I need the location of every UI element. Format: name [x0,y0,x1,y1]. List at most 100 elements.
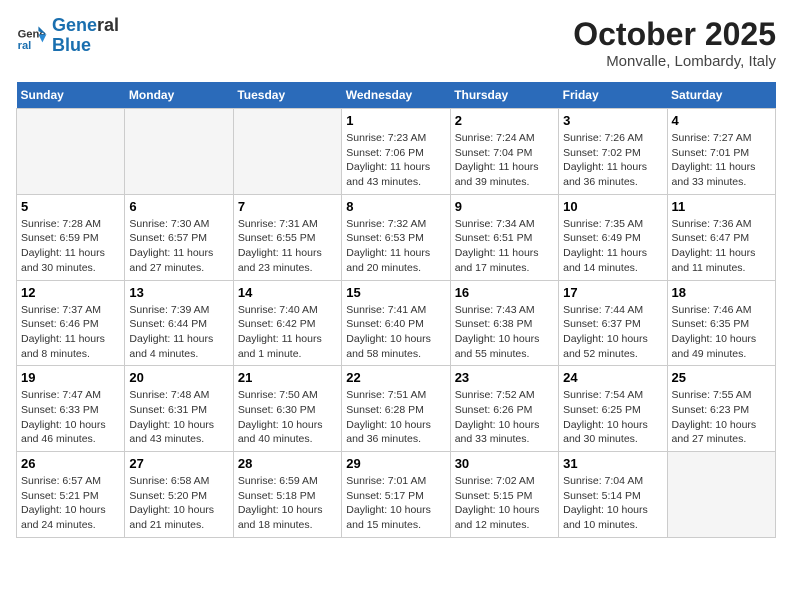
calendar-table: SundayMondayTuesdayWednesdayThursdayFrid… [16,82,776,538]
day-number: 19 [21,370,120,385]
calendar-cell [233,109,341,195]
weekday-header-monday: Monday [125,82,233,109]
weekday-header-friday: Friday [559,82,667,109]
calendar-cell: 29 Sunrise: 7:01 AM Sunset: 5:17 PM Dayli… [342,452,450,538]
month-title: October 2025 [573,16,776,53]
day-info: Sunrise: 7:52 AM Sunset: 6:26 PM Dayligh… [455,388,554,447]
day-number: 4 [672,113,771,128]
day-number: 12 [21,285,120,300]
calendar-cell: 13Sunrise: 7:39 AM Sunset: 6:44 PM Dayli… [125,280,233,366]
calendar-cell: 16 Sunrise: 7:43 AM Sunset: 6:38 PM Dayli… [450,280,558,366]
calendar-cell: 12 Sunrise: 7:37 AM Sunset: 6:46 PM Dayli… [17,280,125,366]
day-info: Sunrise: 7:41 AM Sunset: 6:40 PM Dayligh… [346,303,445,362]
calendar-cell [667,452,775,538]
calendar-cell: 2Sunrise: 7:24 AM Sunset: 7:04 PM Daylig… [450,109,558,195]
calendar-cell: 17 Sunrise: 7:44 AM Sunset: 6:37 PM Dayli… [559,280,667,366]
day-number: 6 [129,199,228,214]
calendar-cell [17,109,125,195]
day-info: Sunrise: 7:01 AM Sunset: 5:17 PM Dayligh… [346,474,445,533]
day-number: 31 [563,456,662,471]
weekday-header-sunday: Sunday [17,82,125,109]
logo: Gene ral General Blue [16,16,119,56]
calendar-cell: 28 Sunrise: 6:59 AM Sunset: 5:18 PM Dayli… [233,452,341,538]
day-info: Sunrise: 7:36 AM Sunset: 6:47 PM Dayligh… [672,217,771,276]
calendar-cell: 18 Sunrise: 7:46 AM Sunset: 6:35 PM Dayli… [667,280,775,366]
day-info: Sunrise: 7:30 AM Sunset: 6:57 PM Dayligh… [129,217,228,276]
calendar-week-1: 1 Sunrise: 7:23 AM Sunset: 7:06 PM Daylig… [17,109,776,195]
day-number: 7 [238,199,337,214]
day-number: 15 [346,285,445,300]
day-number: 24 [563,370,662,385]
day-info: Sunrise: 7:27 AM Sunset: 7:01 PM Dayligh… [672,131,771,190]
day-number: 8 [346,199,445,214]
day-number: 14 [238,285,337,300]
day-info: Sunrise: 7:55 AM Sunset: 6:23 PM Dayligh… [672,388,771,447]
day-number: 29 [346,456,445,471]
calendar-cell: 7Sunrise: 7:31 AM Sunset: 6:55 PM Daylig… [233,194,341,280]
day-number: 1 [346,113,445,128]
day-number: 18 [672,285,771,300]
calendar-week-3: 12 Sunrise: 7:37 AM Sunset: 6:46 PM Dayli… [17,280,776,366]
calendar-cell: 15 Sunrise: 7:41 AM Sunset: 6:40 PM Dayli… [342,280,450,366]
calendar-cell: 14 Sunrise: 7:40 AM Sunset: 6:42 PM Dayli… [233,280,341,366]
day-number: 27 [129,456,228,471]
day-info: Sunrise: 7:48 AM Sunset: 6:31 PM Dayligh… [129,388,228,447]
day-number: 22 [346,370,445,385]
calendar-cell: 23Sunrise: 7:52 AM Sunset: 6:26 PM Dayli… [450,366,558,452]
day-number: 17 [563,285,662,300]
day-number: 10 [563,199,662,214]
day-info: Sunrise: 7:23 AM Sunset: 7:06 PM Dayligh… [346,131,445,190]
day-info: Sunrise: 7:37 AM Sunset: 6:46 PM Dayligh… [21,303,120,362]
weekday-header-tuesday: Tuesday [233,82,341,109]
day-number: 26 [21,456,120,471]
day-info: Sunrise: 7:02 AM Sunset: 5:15 PM Dayligh… [455,474,554,533]
day-info: Sunrise: 7:46 AM Sunset: 6:35 PM Dayligh… [672,303,771,362]
logo-icon: Gene ral [16,20,48,52]
day-info: Sunrise: 7:26 AM Sunset: 7:02 PM Dayligh… [563,131,662,190]
day-info: Sunrise: 7:44 AM Sunset: 6:37 PM Dayligh… [563,303,662,362]
calendar-cell: 27 Sunrise: 6:58 AM Sunset: 5:20 PM Dayli… [125,452,233,538]
calendar-cell: 6 Sunrise: 7:30 AM Sunset: 6:57 PM Daylig… [125,194,233,280]
calendar-cell: 26 Sunrise: 6:57 AM Sunset: 5:21 PM Dayli… [17,452,125,538]
calendar-cell: 8 Sunrise: 7:32 AM Sunset: 6:53 PM Daylig… [342,194,450,280]
day-number: 20 [129,370,228,385]
day-info: Sunrise: 6:59 AM Sunset: 5:18 PM Dayligh… [238,474,337,533]
calendar-week-5: 26 Sunrise: 6:57 AM Sunset: 5:21 PM Dayli… [17,452,776,538]
day-info: Sunrise: 7:50 AM Sunset: 6:30 PM Dayligh… [238,388,337,447]
title-area: October 2025 Monvalle, Lombardy, Italy [573,16,776,70]
calendar-cell: 22Sunrise: 7:51 AM Sunset: 6:28 PM Dayli… [342,366,450,452]
day-number: 25 [672,370,771,385]
calendar-cell: 9Sunrise: 7:34 AM Sunset: 6:51 PM Daylig… [450,194,558,280]
weekday-header-wednesday: Wednesday [342,82,450,109]
day-info: Sunrise: 6:58 AM Sunset: 5:20 PM Dayligh… [129,474,228,533]
day-info: Sunrise: 7:54 AM Sunset: 6:25 PM Dayligh… [563,388,662,447]
day-info: Sunrise: 7:32 AM Sunset: 6:53 PM Dayligh… [346,217,445,276]
svg-text:ral: ral [18,40,32,52]
day-number: 16 [455,285,554,300]
calendar-cell: 4 Sunrise: 7:27 AM Sunset: 7:01 PM Daylig… [667,109,775,195]
calendar-cell: 19 Sunrise: 7:47 AM Sunset: 6:33 PM Dayli… [17,366,125,452]
day-info: Sunrise: 7:34 AM Sunset: 6:51 PM Dayligh… [455,217,554,276]
calendar-cell: 10 Sunrise: 7:35 AM Sunset: 6:49 PM Dayli… [559,194,667,280]
day-number: 2 [455,113,554,128]
page-header: Gene ral General Blue October 2025 Monva… [16,16,776,70]
day-info: Sunrise: 7:47 AM Sunset: 6:33 PM Dayligh… [21,388,120,447]
calendar-cell: 25 Sunrise: 7:55 AM Sunset: 6:23 PM Dayli… [667,366,775,452]
day-info: Sunrise: 7:40 AM Sunset: 6:42 PM Dayligh… [238,303,337,362]
day-number: 11 [672,199,771,214]
weekday-header-saturday: Saturday [667,82,775,109]
calendar-cell: 30Sunrise: 7:02 AM Sunset: 5:15 PM Dayli… [450,452,558,538]
day-number: 13 [129,285,228,300]
day-info: Sunrise: 6:57 AM Sunset: 5:21 PM Dayligh… [21,474,120,533]
day-number: 28 [238,456,337,471]
day-info: Sunrise: 7:28 AM Sunset: 6:59 PM Dayligh… [21,217,120,276]
logo-text-line2: Blue [52,36,119,56]
weekday-header-thursday: Thursday [450,82,558,109]
calendar-cell: 3Sunrise: 7:26 AM Sunset: 7:02 PM Daylig… [559,109,667,195]
calendar-cell: 11 Sunrise: 7:36 AM Sunset: 6:47 PM Dayli… [667,194,775,280]
day-number: 21 [238,370,337,385]
day-info: Sunrise: 7:43 AM Sunset: 6:38 PM Dayligh… [455,303,554,362]
calendar-cell: 24 Sunrise: 7:54 AM Sunset: 6:25 PM Dayli… [559,366,667,452]
calendar-cell: 1 Sunrise: 7:23 AM Sunset: 7:06 PM Daylig… [342,109,450,195]
day-info: Sunrise: 7:35 AM Sunset: 6:49 PM Dayligh… [563,217,662,276]
